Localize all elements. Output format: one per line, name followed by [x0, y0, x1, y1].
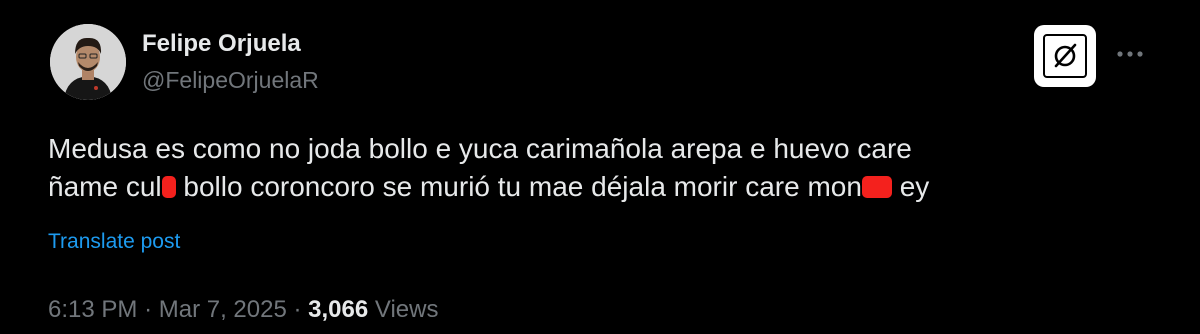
- translate-post-link[interactable]: Translate post: [48, 230, 180, 254]
- tweet-text-segment: bollo coroncoro se murió tu mae déjala m…: [175, 171, 862, 202]
- tweet-text-segment: ñame cul: [48, 171, 162, 202]
- more-options-button[interactable]: [1112, 36, 1148, 72]
- post-date[interactable]: Mar 7, 2025: [159, 296, 287, 323]
- grok-icon: [1043, 34, 1087, 78]
- post-time[interactable]: 6:13 PM: [48, 296, 137, 323]
- tweet-text-segment: ey: [891, 171, 930, 202]
- views-label: Views: [374, 296, 439, 323]
- author-handle[interactable]: @FelipeOrjuelaR: [142, 66, 319, 94]
- grok-button[interactable]: [1034, 25, 1096, 87]
- tweet-text-line-2: ñame cul bollo coroncoro se murió tu mae…: [48, 168, 1168, 206]
- meta-separator: ·: [144, 296, 153, 323]
- author-name[interactable]: Felipe Orjuela: [142, 30, 301, 58]
- tweet-text-line-1: Medusa es como no joda bollo e yuca cari…: [48, 133, 912, 164]
- meta-separator: ·: [293, 296, 302, 323]
- tweet-meta: 6:13 PM · Mar 7, 2025 · 3,066 Views: [48, 295, 438, 325]
- tweet-text: Medusa es como no joda bollo e yuca cari…: [48, 130, 1168, 206]
- tweet-card: Felipe Orjuela @FelipeOrjuelaR Medusa es…: [0, 0, 1200, 334]
- redaction-mark: [161, 176, 176, 198]
- views-count: 3,066: [308, 296, 369, 323]
- avatar[interactable]: [50, 24, 126, 100]
- more-icon: [1117, 51, 1143, 57]
- redaction-mark: [861, 176, 892, 198]
